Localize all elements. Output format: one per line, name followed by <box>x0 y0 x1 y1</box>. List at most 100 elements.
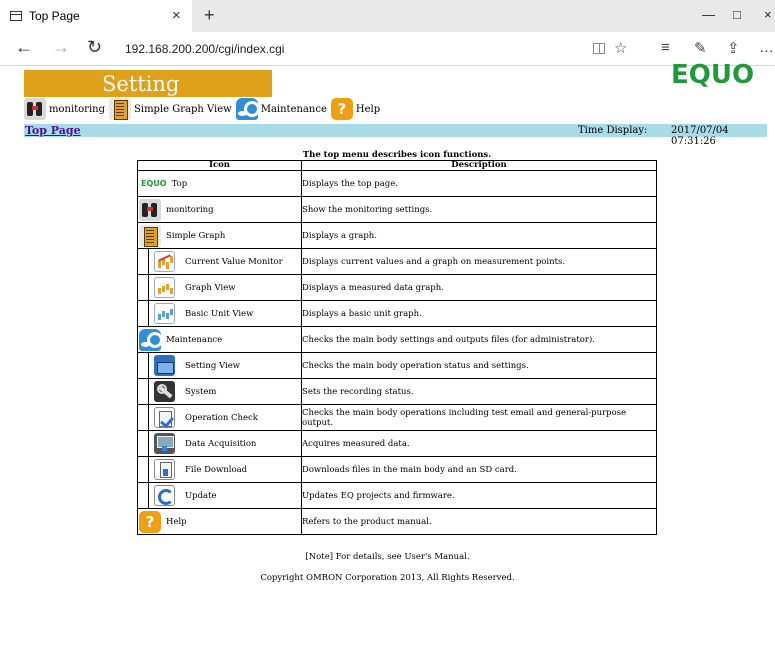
update-icon <box>154 485 175 506</box>
table-row: Current Value Monitor Displays current v… <box>137 248 657 275</box>
page-title: Setting <box>102 72 180 96</box>
checklist-icon <box>154 407 175 428</box>
graph-book-icon <box>139 224 161 247</box>
table-row: ? Help Refers to the product manual. <box>137 508 657 535</box>
row-description: Refers to the product manual. <box>301 508 657 535</box>
row-description: Acquires measured data. <box>301 430 657 457</box>
maintenance-icon <box>139 328 163 351</box>
row-name: Update <box>185 490 217 501</box>
row-name: Maintenance <box>166 334 223 345</box>
row-description: Displays current values and a graph on m… <box>301 248 657 275</box>
url-field[interactable]: 192.168.200.200/cgi/index.cgi <box>125 42 284 56</box>
help-icon: ? <box>139 510 161 533</box>
more-icon[interactable]: … <box>759 39 774 56</box>
status-bar: Top Page Time Display: 2017/07/04 07:31:… <box>24 124 767 147</box>
copyright: Copyright OMRON Corporation 2013, All Ri… <box>260 573 515 583</box>
row-description: Sets the recording status. <box>301 378 657 405</box>
row-name: Simple Graph <box>166 230 226 241</box>
page-icon <box>10 11 22 21</box>
table-row: System Sets the recording status. <box>137 378 657 405</box>
manual-note: [Note] For details, see User's Manual. <box>305 552 470 562</box>
hub-icon[interactable]: ≡ <box>661 39 670 56</box>
menu-item-maintenance[interactable]: Maintenance <box>235 98 331 120</box>
back-icon[interactable]: ← <box>15 37 33 58</box>
table-row: monitoring Show the monitoring settings. <box>137 196 657 223</box>
browser-tab-bar: Top Page × + — □ × <box>0 0 775 32</box>
binoculars-icon <box>139 198 161 221</box>
basic-unit-chart-icon <box>154 303 175 324</box>
row-name: System <box>185 386 217 397</box>
icon-table: Icon Description EQUO Top Displays the t… <box>137 160 657 535</box>
row-description: Displays the top page. <box>301 170 657 197</box>
menu-label[interactable]: Help <box>356 104 380 115</box>
column-header-icon: Icon <box>137 160 302 171</box>
data-acquisition-icon <box>154 433 175 454</box>
minimize-icon[interactable]: — <box>702 7 715 22</box>
top-menu: monitoring Simple Graph View Maintenance… <box>24 96 384 122</box>
table-row: File Download Downloads files in the mai… <box>137 456 657 483</box>
row-name: File Download <box>185 464 248 475</box>
equo-logo-icon: EQUO <box>141 179 167 188</box>
row-name: Top <box>171 178 188 189</box>
new-tab-icon[interactable]: + <box>204 5 215 26</box>
top-page-link[interactable]: Top Page <box>25 124 81 137</box>
favorite-icon[interactable]: ☆ <box>614 39 627 57</box>
row-description: Checks the main body operation status an… <box>301 352 657 379</box>
table-row: Setting View Checks the main body operat… <box>137 352 657 379</box>
menu-item-monitoring[interactable]: monitoring <box>24 98 109 120</box>
menu-label[interactable]: Maintenance <box>261 104 327 115</box>
forward-icon[interactable]: → <box>52 37 70 58</box>
row-description: Checks the main body settings and output… <box>301 326 657 353</box>
menu-label[interactable]: monitoring <box>49 104 105 115</box>
share-icon[interactable]: ⇪ <box>727 39 740 57</box>
row-name: Setting View <box>185 360 241 371</box>
row-name: Basic Unit View <box>185 308 254 319</box>
table-row: Basic Unit View Displays a basic unit gr… <box>137 300 657 327</box>
table-caption: The top menu describes icon functions. <box>302 150 492 160</box>
toolbox-icon <box>154 355 175 376</box>
address-bar: ← → ↻ 192.168.200.200/cgi/index.cgi ☆ ≡ … <box>0 32 775 66</box>
row-description: Displays a graph. <box>301 222 657 249</box>
bar-chart-icon <box>154 277 175 298</box>
row-description: Show the monitoring settings. <box>301 196 657 223</box>
table-row: Update Updates EQ projects and firmware. <box>137 482 657 509</box>
tab-close-icon[interactable]: × <box>172 7 181 24</box>
wrench-icon <box>154 381 175 402</box>
row-name: monitoring <box>166 204 214 215</box>
row-description: Downloads files in the main body and an … <box>301 456 657 483</box>
menu-item-help[interactable]: ? Help <box>330 98 384 120</box>
browser-tab[interactable]: Top Page × <box>0 0 192 32</box>
row-name: Graph View <box>185 282 236 293</box>
row-description: Displays a basic unit graph. <box>301 300 657 327</box>
line-chart-icon <box>154 251 175 272</box>
row-name: Help <box>166 516 187 527</box>
column-header-description: Description <box>301 160 657 171</box>
refresh-icon[interactable]: ↻ <box>87 37 102 58</box>
tab-title: Top Page <box>29 9 80 23</box>
time-display-label: Time Display: <box>578 125 648 136</box>
close-window-icon[interactable]: × <box>764 7 772 22</box>
row-description: Updates EQ projects and firmware. <box>301 482 657 509</box>
help-icon[interactable]: ? <box>330 98 353 120</box>
row-name: Operation Check <box>185 412 258 423</box>
reading-view-icon[interactable] <box>593 43 605 54</box>
equo-logo: EQUO <box>671 60 755 90</box>
menu-label[interactable]: Simple Graph View <box>134 104 232 115</box>
table-row: Maintenance Checks the main body setting… <box>137 326 657 353</box>
table-row: Data Acquisition Acquires measured data. <box>137 430 657 457</box>
row-description: Displays a measured data graph. <box>301 274 657 301</box>
web-notes-icon[interactable]: ✎ <box>694 39 707 57</box>
binoculars-icon[interactable] <box>24 98 46 120</box>
row-description: Checks the main body operations includin… <box>301 404 657 431</box>
table-row: Operation Check Checks the main body ope… <box>137 404 657 431</box>
maximize-icon[interactable]: □ <box>733 7 741 22</box>
maintenance-icon[interactable] <box>235 98 260 120</box>
file-download-icon <box>154 459 175 480</box>
graph-book-icon[interactable] <box>109 98 132 120</box>
time-display-value: 2017/07/04 07:31:26 <box>671 125 729 147</box>
table-row: Simple Graph Displays a graph. <box>137 222 657 249</box>
menu-item-simple-graph[interactable]: Simple Graph View <box>109 98 236 120</box>
row-name: Data Acquisition <box>185 438 257 449</box>
row-name: Current Value Monitor <box>185 256 283 267</box>
table-row: Graph View Displays a measured data grap… <box>137 274 657 301</box>
